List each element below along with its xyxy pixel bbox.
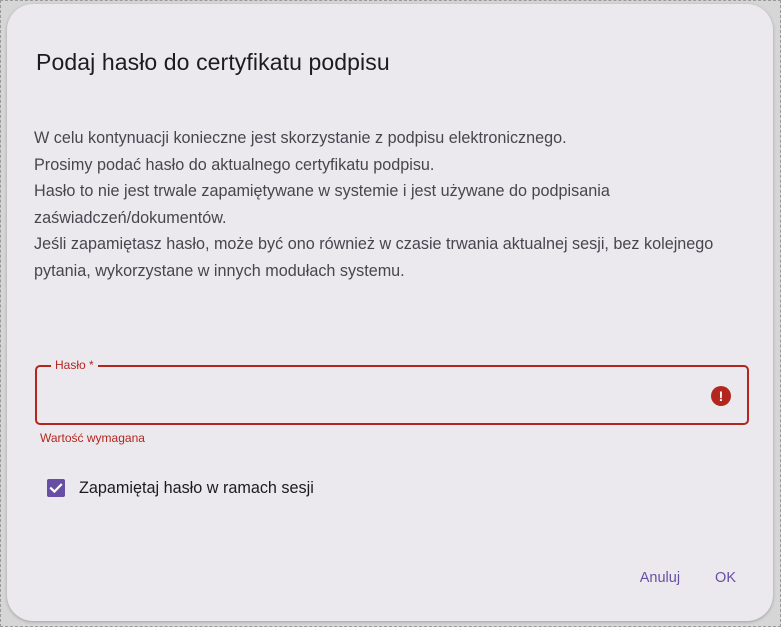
password-dialog: Podaj hasło do certyfikatu podpisu W cel… bbox=[7, 4, 773, 621]
dialog-title: Podaj hasło do certyfikatu podpisu bbox=[36, 49, 390, 75]
message-line: W celu kontynuacji konieczne jest skorzy… bbox=[34, 129, 567, 147]
checkmark-icon bbox=[49, 483, 63, 494]
dialog-actions: Anuluj OK bbox=[609, 566, 740, 590]
cancel-button[interactable]: Anuluj bbox=[636, 566, 684, 590]
password-field-label: Hasło * bbox=[51, 358, 98, 372]
message-line: Jeśli zapamiętasz hasło, może być ono ró… bbox=[34, 235, 714, 280]
remember-password-checkbox[interactable] bbox=[47, 479, 65, 497]
error-icon: ! bbox=[711, 386, 731, 406]
message-line: Prosimy podać hasło do aktualnego certyf… bbox=[34, 155, 435, 174]
message-line: Hasło to nie jest trwale zapamiętywane w… bbox=[34, 182, 610, 227]
password-field[interactable]: Hasło * ! bbox=[35, 358, 749, 425]
ok-button[interactable]: OK bbox=[711, 566, 740, 590]
password-error-text: Wartość wymagana bbox=[40, 431, 145, 445]
remember-password-option[interactable]: Zapamiętaj hasło w ramach sesji bbox=[47, 475, 314, 501]
remember-password-label: Zapamiętaj hasło w ramach sesji bbox=[79, 478, 314, 497]
dialog-message: W celu kontynuacji konieczne jest skorzy… bbox=[34, 125, 754, 284]
password-input[interactable] bbox=[51, 379, 695, 411]
